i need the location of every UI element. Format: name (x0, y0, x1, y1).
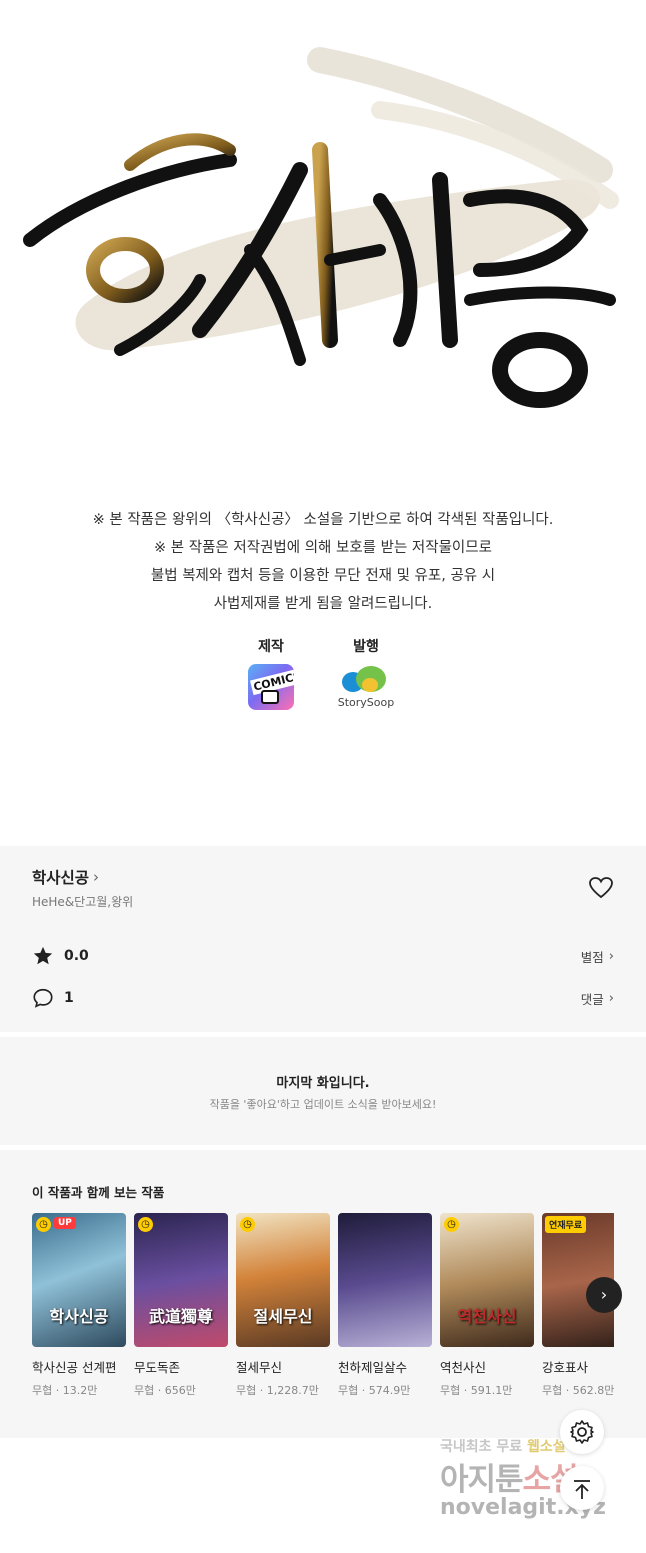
arrow-up-icon (574, 1480, 590, 1499)
rec-cover: ◷ UP 학사신공 (32, 1213, 126, 1347)
rec-card[interactable]: ◷ 절세무신 절세무신 무협 · 1,228.7만 (236, 1213, 330, 1398)
rec-title: 천하제일살수 (338, 1360, 408, 1375)
comments-row: 1 댓글 › (32, 985, 614, 1011)
rec-meta: 무협 · 562.8만 (542, 1384, 614, 1397)
rec-title: 학사신공 선계편 (32, 1360, 117, 1375)
cover-title: 절세무신 (253, 1307, 313, 1326)
last-episode-subtext: 작품을 '좋아요'하고 업데이트 소식을 받아보세요! (209, 1098, 437, 1111)
comments-link[interactable]: 댓글 › (581, 989, 614, 1008)
watermark-line3: novelagit.xyz (440, 1495, 606, 1520)
rec-title: 절세무신 (236, 1360, 283, 1375)
recommendations-carousel: ◷ UP 학사신공 학사신공 선계편 무협 · 13.2만 ◷ 武道獨尊 무도독… (32, 1213, 614, 1403)
rec-cover: ◷ 절세무신 (236, 1213, 330, 1347)
work-info-panel: 학사신공 › HeHe&단고월,왕위 0.0 별점 › 1 댓글 › (0, 846, 646, 1032)
rec-title: 역천사신 (440, 1360, 487, 1375)
rec-title: 무도독존 (134, 1360, 181, 1375)
storysoop-logo-text: StorySoop (337, 696, 395, 709)
chevron-right-icon: › (608, 948, 614, 964)
rec-cover: ◷ 역천사신 (440, 1213, 534, 1347)
rec-cover (338, 1213, 432, 1347)
last-episode-panel: 마지막 화입니다. 작품을 '좋아요'하고 업데이트 소식을 받아보세요! (0, 1037, 646, 1145)
last-episode-heading: 마지막 화입니다. (276, 1076, 370, 1091)
star-icon (33, 946, 53, 965)
rec-meta: 무협 · 1,228.7만 (236, 1384, 319, 1397)
clock-icon: ◷ (444, 1217, 459, 1232)
title-art (0, 0, 646, 470)
gear-icon (570, 1420, 594, 1444)
brush-background (23, 47, 619, 408)
rating-link-label: 별점 (580, 949, 604, 965)
cover-title: 武道獨尊 (148, 1307, 213, 1326)
rec-card[interactable]: ◷ 武道獨尊 무도독존 무협 · 656만 (134, 1213, 228, 1398)
chevron-right-icon: › (608, 990, 614, 1006)
rec-card[interactable]: ◷ 역천사신 역천사신 무협 · 591.1만 (440, 1213, 534, 1398)
recommendations-panel: 이 작품과 함께 보는 작품 ◷ UP 학사신공 학사신공 선계편 무협 · 1… (0, 1150, 646, 1438)
notice-line: 사법제재를 받게 됨을 알려드립니다. (213, 596, 433, 612)
cover-title: 역천사신 (457, 1307, 517, 1326)
rating-link[interactable]: 별점 › (581, 947, 614, 966)
rec-meta: 무협 · 13.2만 (32, 1384, 98, 1397)
recommendations-heading: 이 작품과 함께 보는 작품 (32, 1185, 165, 1200)
like-button[interactable] (588, 876, 614, 900)
clock-icon: ◷ (240, 1217, 255, 1232)
work-title-link[interactable]: 학사신공 › (32, 866, 99, 888)
watermark: 국내최초 무료 웹소설 아지툰소설 novelagit.xyz (440, 1436, 640, 1520)
rec-meta: 무협 · 574.9만 (338, 1384, 411, 1397)
rec-cover: ◷ 武道獨尊 (134, 1213, 228, 1347)
comments-count: 1 (64, 990, 74, 1006)
storysoop-logo: StorySoop (336, 664, 396, 716)
scroll-top-button[interactable] (560, 1466, 604, 1510)
cover-title: 학사신공 (49, 1307, 109, 1326)
publisher-credit: 발행 StorySoop (321, 636, 411, 716)
rec-card[interactable]: 천하제일살수 무협 · 574.9만 (338, 1213, 432, 1398)
chevron-right-icon: › (93, 868, 100, 886)
production-label: 제작 (258, 639, 284, 655)
up-badge: UP (54, 1217, 76, 1229)
carousel-next-button[interactable]: › (586, 1277, 622, 1313)
heart-icon (589, 877, 613, 899)
work-authors: HeHe&단고월,왕위 (32, 895, 134, 909)
comment-icon (33, 988, 53, 1008)
rec-meta: 무협 · 591.1만 (440, 1384, 513, 1397)
notice-line: 불법 복제와 캡처 등을 이용한 무단 전재 및 유포, 공유 시 (150, 568, 496, 584)
rec-meta: 무협 · 656만 (134, 1384, 196, 1397)
rating-row: 0.0 별점 › (32, 943, 614, 969)
comments-link-label: 댓글 (580, 991, 604, 1007)
publisher-label: 발행 (353, 639, 379, 655)
credits: 제작 COMICS 발행 StorySoop (0, 636, 646, 726)
production-credit: 제작 COMICS (226, 636, 316, 710)
clock-icon: ◷ (138, 1217, 153, 1232)
work-title: 학사신공 (32, 869, 90, 887)
rec-card[interactable]: ◷ UP 학사신공 학사신공 선계편 무협 · 13.2만 (32, 1213, 126, 1398)
watermark-line2: 아지툰소설 (440, 1462, 579, 1498)
notice-line: ※ 본 작품은 왕위의 〈학사신공〉 소설을 기반으로 하여 각색된 작품입니다… (92, 512, 554, 528)
rec-title: 강호표사 (542, 1360, 589, 1375)
notice-line: ※ 본 작품은 저작권법에 의해 보호를 받는 저작물이므로 (154, 540, 492, 556)
settings-button[interactable] (560, 1410, 604, 1454)
chevron-right-icon: › (600, 1285, 608, 1304)
comics-logo: COMICS (248, 664, 294, 710)
clock-icon: ◷ (36, 1217, 51, 1232)
watermark-line1: 국내최초 무료 웹소설 (440, 1439, 566, 1455)
copyright-notice: ※ 본 작품은 왕위의 〈학사신공〉 소설을 기반으로 하여 각색된 작품입니다… (0, 506, 646, 618)
free-serial-badge: 연재무료 (545, 1216, 587, 1233)
rating-value: 0.0 (64, 948, 89, 964)
